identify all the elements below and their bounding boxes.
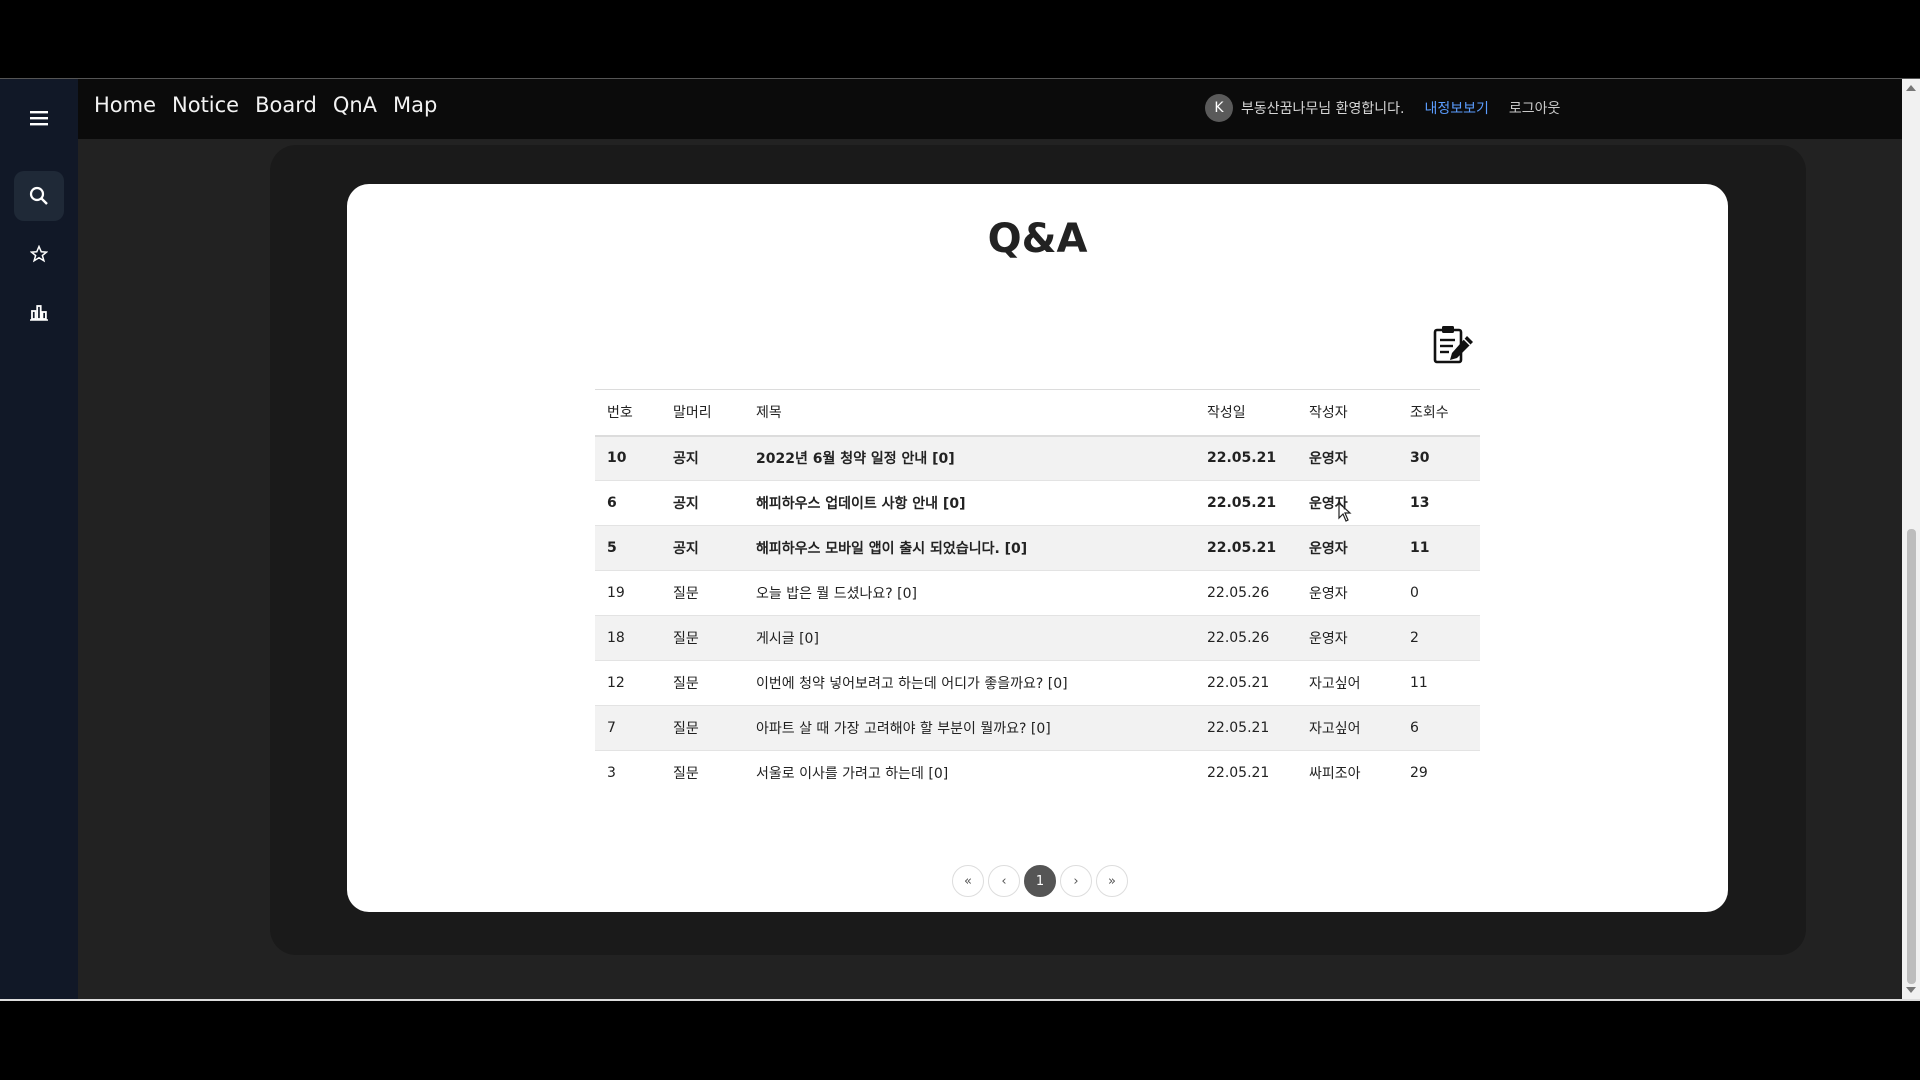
table-row[interactable]: 19 질문 오늘 밥은 뭘 드셨나요? [0] 22.05.26 운영자 0 bbox=[595, 570, 1480, 616]
qna-table: 번호 말머리 제목 작성일 작성자 조회수 10 공지 2022년 6월 청약 … bbox=[595, 389, 1480, 796]
cell-author: 운영자 bbox=[1297, 570, 1398, 616]
cell-author: 싸피조아 bbox=[1309, 766, 1361, 783]
cell-tag: 공지 bbox=[661, 480, 744, 526]
column-header-number: 번호 bbox=[595, 389, 661, 437]
cell-views: 6 bbox=[1398, 705, 1480, 751]
cell-number: 3 bbox=[607, 765, 616, 782]
top-navbar: Home Notice Board QnA Map K 부동산꿈나무님 환영합니… bbox=[78, 79, 1902, 139]
cell-views: 0 bbox=[1398, 570, 1480, 616]
nav-home[interactable]: Home bbox=[94, 93, 156, 117]
qna-card: Q&A 번호 말머리 제목 작성일 작성자 조회수 10 공지 2022년 6월… bbox=[347, 184, 1728, 912]
user-box: K 부동산꿈나무님 환영합니다. 내정보보기 로그아웃 bbox=[1205, 94, 1560, 122]
sidebar-chart-button[interactable] bbox=[14, 287, 64, 337]
cell-tag: 공지 bbox=[661, 435, 744, 481]
cell-title[interactable]: 해피하우스 모바일 앱이 출시 되었습니다. [0] bbox=[744, 525, 1195, 571]
sidebar-favorites-button[interactable] bbox=[14, 229, 64, 279]
cell-date: 22.05.21 bbox=[1195, 435, 1297, 481]
cell-number: 7 bbox=[595, 705, 661, 751]
vertical-scrollbar[interactable] bbox=[1902, 79, 1920, 999]
chart-icon bbox=[30, 305, 48, 321]
cell-date: 22.05.21 bbox=[1207, 765, 1270, 782]
cell-date: 22.05.21 bbox=[1195, 705, 1297, 751]
cell-date: 22.05.21 bbox=[1195, 660, 1297, 706]
cell-number: 5 bbox=[595, 525, 661, 571]
cell-number: 10 bbox=[595, 435, 661, 481]
column-header-views: 조회수 bbox=[1398, 389, 1480, 437]
cell-title[interactable]: 서울로 이사를 가려고 하는데 [0] bbox=[744, 751, 1195, 796]
cell-author: 운영자 bbox=[1297, 525, 1398, 571]
scrollbar-thumb[interactable] bbox=[1907, 529, 1916, 984]
pagination-prev-button[interactable]: ‹ bbox=[988, 865, 1020, 897]
cell-author: 자고싶어 bbox=[1297, 705, 1398, 751]
cell-tag: 공지 bbox=[661, 525, 744, 571]
cell-number: 18 bbox=[595, 615, 661, 661]
cell-title[interactable]: 해피하우스 업데이트 사항 안내 [0] bbox=[744, 480, 1195, 526]
main-nav: Home Notice Board QnA Map bbox=[94, 93, 437, 117]
table-row[interactable]: 3 질문 서울로 이사를 가려고 하는데 [0] 22.05.21 싸피조아 2… bbox=[595, 751, 1480, 796]
table-row[interactable]: 10 공지 2022년 6월 청약 일정 안내 [0] 22.05.21 운영자… bbox=[595, 435, 1480, 481]
cell-tag: 질문 bbox=[673, 766, 699, 783]
table-row[interactable]: 12 질문 이번에 청약 넣어보려고 하는데 어디가 좋을까요? [0] 22.… bbox=[595, 660, 1480, 706]
nav-board[interactable]: Board bbox=[255, 93, 317, 117]
cell-number: 6 bbox=[595, 480, 661, 526]
cell-views: 2 bbox=[1398, 615, 1480, 661]
scroll-down-arrow-icon[interactable] bbox=[1906, 987, 1916, 993]
cell-date: 22.05.21 bbox=[1195, 525, 1297, 571]
cell-author: 운영자 bbox=[1297, 615, 1398, 661]
sidebar-search-button[interactable] bbox=[14, 171, 64, 221]
cell-views: 13 bbox=[1398, 480, 1480, 526]
cell-date: 22.05.26 bbox=[1195, 570, 1297, 616]
cell-title[interactable]: 이번에 청약 넣어보려고 하는데 어디가 좋을까요? [0] bbox=[744, 660, 1195, 706]
cell-number: 19 bbox=[595, 570, 661, 616]
column-header-title: 제목 bbox=[744, 389, 1195, 437]
table-row[interactable]: 7 질문 아파트 살 때 가장 고려해야 할 부분이 뭘까요? [0] 22.0… bbox=[595, 705, 1480, 751]
column-header-tag: 말머리 bbox=[661, 389, 744, 437]
cell-views: 29 bbox=[1410, 765, 1428, 782]
cell-tag: 질문 bbox=[661, 660, 744, 706]
cell-tag: 질문 bbox=[661, 615, 744, 661]
star-icon bbox=[30, 245, 48, 263]
logout-link[interactable]: 로그아웃 bbox=[1509, 98, 1561, 118]
cell-title[interactable]: 2022년 6월 청약 일정 안내 [0] bbox=[744, 435, 1195, 481]
cell-author: 운영자 bbox=[1297, 435, 1398, 481]
column-header-author: 작성자 bbox=[1297, 389, 1398, 437]
menu-toggle-button[interactable] bbox=[14, 93, 64, 143]
my-info-link[interactable]: 내정보보기 bbox=[1424, 98, 1488, 118]
search-icon bbox=[29, 186, 48, 205]
column-header-date: 작성일 bbox=[1195, 389, 1297, 437]
nav-notice[interactable]: Notice bbox=[172, 93, 239, 117]
nav-qna[interactable]: QnA bbox=[333, 93, 377, 117]
scroll-up-arrow-icon[interactable] bbox=[1906, 85, 1916, 91]
cell-title[interactable]: 게시글 [0] bbox=[744, 615, 1195, 661]
nav-map[interactable]: Map bbox=[393, 93, 437, 117]
browser-viewport: Home Notice Board QnA Map K 부동산꿈나무님 환영합니… bbox=[0, 78, 1920, 1001]
table-header-row: 번호 말머리 제목 작성일 작성자 조회수 bbox=[595, 389, 1480, 437]
table-row[interactable]: 6 공지 해피하우스 업데이트 사항 안내 [0] 22.05.21 운영자 1… bbox=[595, 480, 1480, 526]
cell-title[interactable]: 오늘 밥은 뭘 드셨나요? [0] bbox=[744, 570, 1195, 616]
cell-author: 자고싶어 bbox=[1297, 660, 1398, 706]
cell-tag: 질문 bbox=[661, 705, 744, 751]
sidebar bbox=[0, 79, 78, 999]
table-row[interactable]: 18 질문 게시글 [0] 22.05.26 운영자 2 bbox=[595, 615, 1480, 661]
avatar: K bbox=[1205, 94, 1233, 122]
page-title: Q&A bbox=[987, 216, 1088, 262]
pagination-page-button[interactable]: 1 bbox=[1024, 865, 1056, 897]
table-row[interactable]: 5 공지 해피하우스 모바일 앱이 출시 되었습니다. [0] 22.05.21… bbox=[595, 525, 1480, 571]
menu-icon bbox=[30, 111, 48, 126]
cell-tag: 질문 bbox=[661, 570, 744, 616]
welcome-text: 부동산꿈나무님 환영합니다. bbox=[1241, 101, 1405, 117]
cell-views: 30 bbox=[1398, 435, 1480, 481]
cell-title[interactable]: 아파트 살 때 가장 고려해야 할 부분이 뭘까요? [0] bbox=[744, 705, 1195, 751]
cell-number: 12 bbox=[595, 660, 661, 706]
cell-date: 22.05.21 bbox=[1195, 480, 1297, 526]
pagination: « ‹ 1 › » bbox=[952, 865, 1128, 897]
cell-date: 22.05.26 bbox=[1195, 615, 1297, 661]
cell-views: 11 bbox=[1398, 525, 1480, 571]
pagination-next-button[interactable]: › bbox=[1060, 865, 1092, 897]
pagination-last-button[interactable]: » bbox=[1096, 865, 1128, 897]
cell-author: 운영자 bbox=[1297, 480, 1398, 526]
cell-views: 11 bbox=[1398, 660, 1480, 706]
write-post-icon[interactable] bbox=[1431, 324, 1475, 368]
pagination-first-button[interactable]: « bbox=[952, 865, 984, 897]
